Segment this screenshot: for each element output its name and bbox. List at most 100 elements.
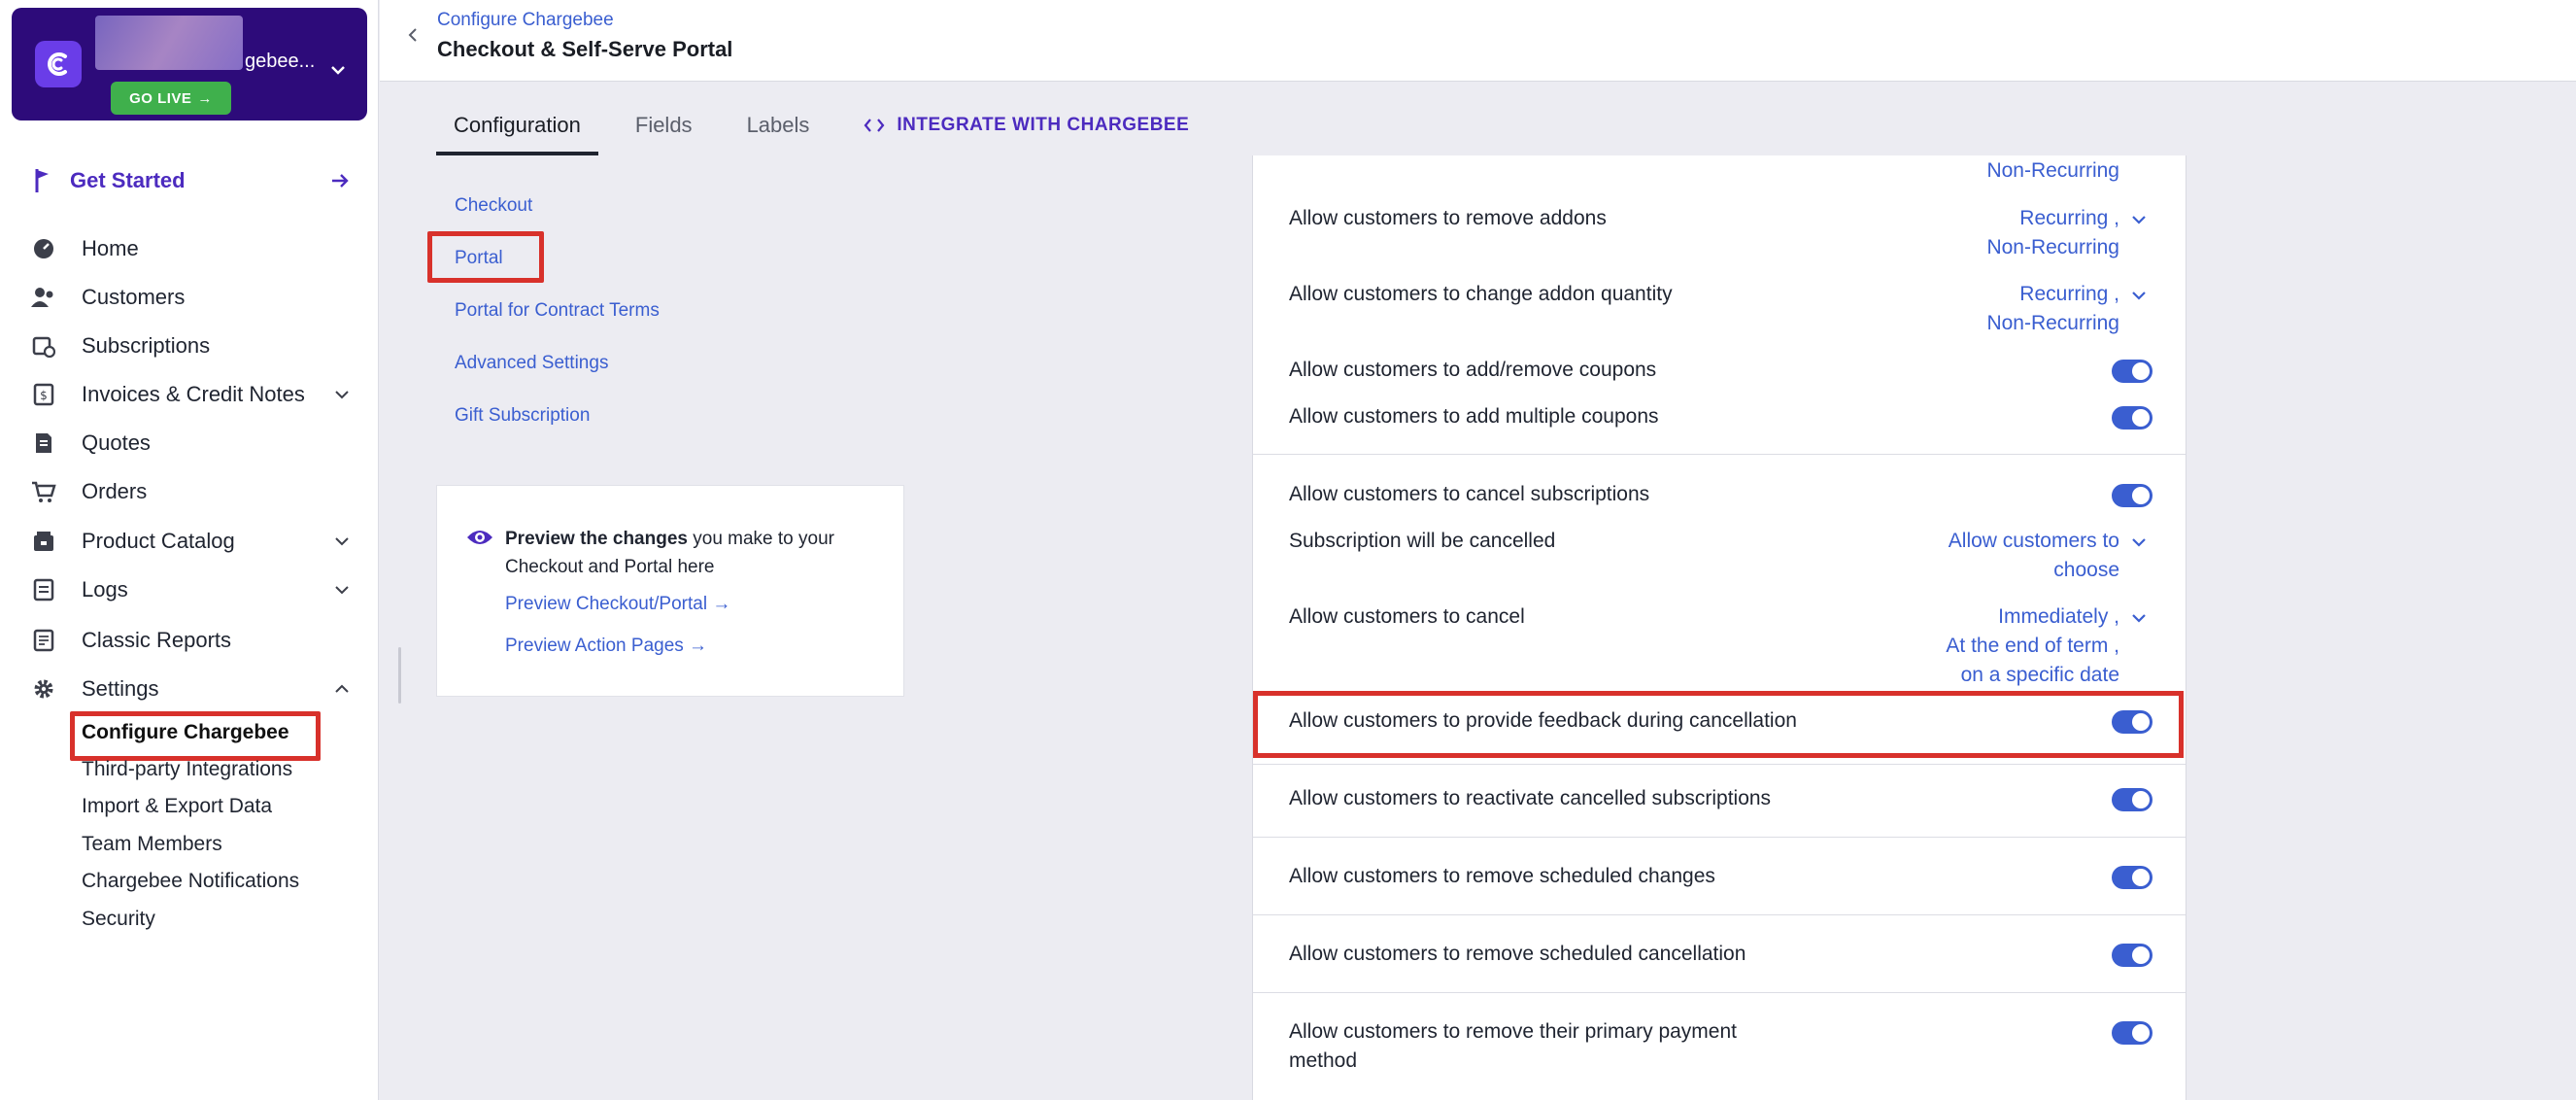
sidebar-item-customers[interactable]: Customers	[31, 278, 352, 317]
sidebar-item-label: Logs	[82, 577, 128, 602]
get-started-link[interactable]: Get Started	[31, 163, 352, 198]
chevron-down-icon[interactable]	[2129, 608, 2149, 628]
setting-value[interactable]: choose	[2053, 556, 2119, 585]
chevron-down-icon[interactable]	[2129, 210, 2149, 229]
divider	[1253, 992, 2186, 993]
highlight-box	[427, 231, 544, 283]
toggle-knob	[2132, 487, 2150, 504]
sidebar-item-settings[interactable]: Settings	[31, 670, 352, 708]
tab-integrate[interactable]: INTEGRATE WITH CHARGEBEE	[846, 95, 1206, 155]
sidebar-sub-team-members[interactable]: Team Members	[82, 828, 222, 861]
toggle-knob	[2132, 409, 2150, 427]
sidebar-sub-notifications[interactable]: Chargebee Notifications	[82, 865, 299, 898]
eye-icon	[467, 531, 492, 544]
toggle-add-remove-coupons[interactable]	[2112, 360, 2152, 383]
setting-label: Allow customers to remove scheduled chan…	[1289, 865, 1715, 887]
chevron-down-icon[interactable]	[332, 580, 352, 600]
page-header: Configure Chargebee Checkout & Self-Serv…	[380, 0, 2576, 82]
customers-icon	[31, 285, 56, 310]
svg-text:$: $	[40, 389, 48, 402]
setting-value[interactable]: on a specific date	[1961, 661, 2119, 690]
section-link-gift-subscription[interactable]: Gift Subscription	[455, 405, 590, 427]
sidebar-item-subscriptions[interactable]: Subscriptions	[31, 327, 352, 365]
preview-checkout-link[interactable]: Preview Checkout/Portal →	[505, 594, 730, 615]
divider	[1253, 454, 2186, 455]
toggle-multiple-coupons[interactable]	[2112, 406, 2152, 430]
sidebar-item-invoices[interactable]: $ Invoices & Credit Notes	[31, 375, 352, 414]
invoice-icon: $	[31, 382, 56, 407]
sidebar-sub-third-party[interactable]: Third-party Integrations	[82, 753, 292, 786]
setting-label: Allow customers to add multiple coupons	[1289, 405, 1659, 428]
arrow-right-icon: →	[197, 89, 213, 107]
setting-label: method	[1289, 1049, 1358, 1072]
subscriptions-icon	[31, 333, 56, 359]
sidebar-item-home[interactable]: Home	[31, 229, 352, 268]
toggle-remove-primary-payment[interactable]	[2112, 1021, 2152, 1045]
setting-value[interactable]: Non-Recurring	[1986, 309, 2119, 338]
setting-value[interactable]: At the end of term ,	[1946, 632, 2119, 661]
highlight-box	[1253, 691, 2184, 758]
sidebar-sub-security[interactable]: Security	[82, 903, 155, 936]
toggle-reactivate[interactable]	[2112, 788, 2152, 811]
toggle-knob	[2132, 946, 2150, 964]
page-title: Checkout & Self-Serve Portal	[437, 37, 733, 61]
setting-value[interactable]: Recurring ,	[2019, 204, 2119, 233]
setting-value[interactable]: Immediately ,	[1998, 602, 2119, 632]
toggle-knob	[2132, 362, 2150, 380]
toggle-remove-scheduled-changes[interactable]	[2112, 866, 2152, 889]
setting-label: Allow customers to remove addons	[1289, 207, 1607, 229]
chevron-down-icon[interactable]	[332, 385, 352, 404]
chevron-down-icon[interactable]	[2129, 533, 2149, 552]
sidebar-item-label: Orders	[82, 479, 148, 503]
sidebar-item-product-catalog[interactable]: Product Catalog	[31, 522, 352, 561]
section-link-checkout[interactable]: Checkout	[455, 195, 532, 217]
sidebar-item-quotes[interactable]: Quotes	[31, 424, 352, 463]
section-link-advanced-settings[interactable]: Advanced Settings	[455, 353, 608, 374]
chevron-down-icon[interactable]	[332, 532, 352, 551]
breadcrumb[interactable]: Configure Chargebee	[437, 10, 614, 31]
sidebar-sub-import-export[interactable]: Import & Export Data	[82, 790, 272, 823]
sidebar-item-label: Settings	[82, 676, 159, 701]
chevron-down-icon[interactable]	[2129, 286, 2149, 305]
chevron-down-icon[interactable]	[328, 60, 348, 80]
sidebar-item-label: Subscriptions	[82, 333, 211, 358]
setting-label: Allow customers to remove scheduled canc…	[1289, 943, 1746, 965]
setting-label: Allow customers to remove their primary …	[1289, 1020, 1737, 1043]
gear-icon	[31, 676, 56, 702]
sidebar-item-orders[interactable]: Orders	[31, 472, 352, 511]
go-live-button[interactable]: GO LIVE →	[111, 82, 231, 115]
org-switcher[interactable]: gebee... GO LIVE →	[12, 8, 367, 120]
divider	[1253, 764, 2186, 765]
logs-icon	[31, 577, 56, 602]
sidebar-item-label: Home	[82, 236, 139, 260]
toggle-cancel-subscriptions[interactable]	[2112, 484, 2152, 507]
divider	[1253, 837, 2186, 838]
settings-panel: Non-Recurring Allow customers to remove …	[1252, 155, 2186, 1100]
tab-fields[interactable]: Fields	[618, 95, 710, 155]
chargebee-logo-icon	[35, 41, 82, 87]
toggle-knob	[2132, 869, 2150, 886]
toggle-knob	[2132, 1024, 2150, 1042]
sidebar: gebee... GO LIVE → Get Started Home Cust…	[0, 0, 379, 1100]
toggle-knob	[2132, 791, 2150, 808]
setting-value[interactable]: Recurring ,	[2019, 280, 2119, 309]
get-started-label: Get Started	[70, 168, 186, 192]
toggle-remove-scheduled-cancellation[interactable]	[2112, 944, 2152, 967]
tab-configuration[interactable]: Configuration	[436, 95, 598, 155]
section-link-contract-terms[interactable]: Portal for Contract Terms	[455, 300, 660, 322]
chevron-up-icon[interactable]	[332, 679, 352, 699]
setting-label: Allow customers to cancel subscriptions	[1289, 483, 1650, 505]
setting-value[interactable]: Allow customers to	[1949, 527, 2119, 556]
flag-icon	[35, 169, 49, 192]
setting-value[interactable]: Non-Recurring	[1986, 233, 2119, 262]
sidebar-item-logs[interactable]: Logs	[31, 570, 352, 609]
divider	[1253, 914, 2186, 915]
sidebar-resize-handle[interactable]	[398, 647, 401, 704]
reports-icon	[31, 628, 56, 653]
preview-action-pages-link[interactable]: Preview Action Pages →	[505, 636, 707, 657]
tab-labels[interactable]: Labels	[729, 95, 828, 155]
setting-label: Allow customers to add/remove coupons	[1289, 359, 1657, 381]
chevron-left-icon[interactable]	[403, 25, 423, 45]
sidebar-item-label: Customers	[82, 285, 186, 309]
sidebar-item-classic-reports[interactable]: Classic Reports	[31, 621, 352, 660]
